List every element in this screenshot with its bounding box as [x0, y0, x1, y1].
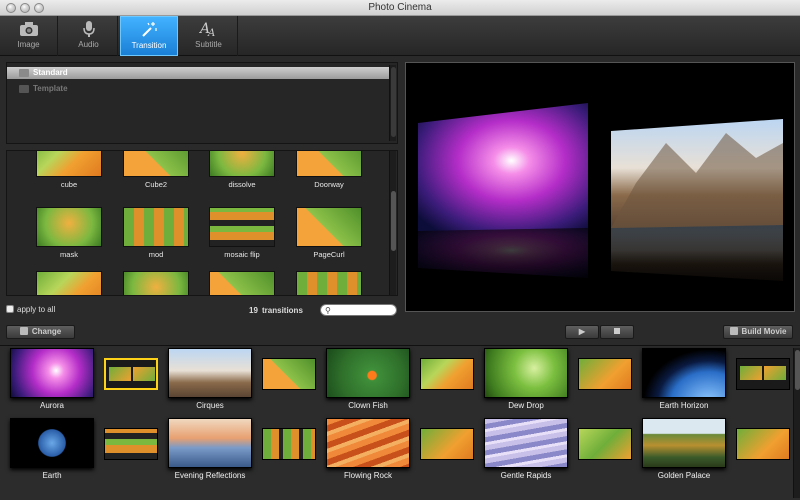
transition-dissolve[interactable]: dissolve	[209, 151, 275, 189]
build-movie-button[interactable]: Build Movie	[723, 325, 793, 339]
photo-evening-reflections[interactable]: Evening Reflections	[168, 418, 252, 480]
filmstrip-scrollbar[interactable]	[793, 348, 800, 498]
title-bar: Photo Cinema	[0, 0, 800, 16]
transition-item[interactable]	[123, 271, 189, 295]
transition-doorway[interactable]: Doorway	[296, 151, 362, 189]
close-window-button[interactable]	[6, 3, 16, 13]
photo-clown-fish[interactable]: Clown Fish	[326, 348, 410, 410]
category-tree: Standard Template	[6, 62, 398, 144]
category-standard[interactable]: Standard	[7, 67, 389, 79]
aurora-slide	[418, 103, 588, 231]
transition-thumbnail	[123, 151, 189, 177]
transition-thumbnail	[36, 271, 102, 295]
transition-thumbnail	[123, 207, 189, 247]
transition-mosaic-flip[interactable]: mosaic flip	[209, 207, 275, 259]
sparkle-wand-icon	[121, 17, 177, 41]
change-button[interactable]: Change	[6, 325, 75, 339]
transition-thumbnail	[36, 207, 102, 247]
transitions-grid: cube Cube2 dissolve Doorway mask mod mos…	[6, 150, 398, 296]
folder-icon	[19, 69, 29, 77]
category-template[interactable]: Template	[7, 83, 397, 95]
transition-thumbnail	[123, 271, 189, 295]
transition-slot[interactable]	[420, 358, 474, 390]
photo-flowing-rock[interactable]: Flowing Rock	[326, 418, 410, 480]
preview-slides	[406, 103, 794, 311]
photo-gentle-rapids[interactable]: Gentle Rapids	[484, 418, 568, 480]
svg-text:A: A	[207, 28, 215, 38]
transition-thumbnail	[209, 151, 275, 177]
photo-earth-horizon[interactable]: Earth Horizon	[642, 348, 726, 410]
folder-icon	[19, 85, 29, 93]
main-toolbar: Image Audio Transition AA Subtitle	[0, 16, 800, 56]
search-icon: ⚲	[325, 306, 331, 315]
tab-image[interactable]: Image	[0, 16, 58, 56]
category-scrollbar[interactable]	[389, 65, 396, 141]
text-aa-icon: AA	[180, 16, 237, 40]
photo-filmstrip: Aurora Cirques Clown Fish Dew Drop Earth…	[0, 345, 800, 500]
photo-aurora[interactable]: Aurora	[10, 348, 94, 410]
tab-subtitle[interactable]: AA Subtitle	[180, 16, 238, 56]
transition-mod[interactable]: mod	[123, 207, 189, 259]
transition-slot[interactable]	[262, 428, 316, 460]
stop-button[interactable]	[600, 325, 634, 339]
transitions-scrollbar[interactable]	[389, 151, 396, 295]
stop-icon	[614, 328, 620, 334]
window-title: Photo Cinema	[368, 2, 432, 13]
photo-earth[interactable]: Earth	[10, 418, 94, 480]
photo-golden-palace[interactable]: Golden Palace	[642, 418, 726, 480]
transition-slot[interactable]	[104, 428, 158, 460]
transition-slot-selected[interactable]	[104, 358, 158, 390]
transition-item[interactable]	[296, 271, 362, 295]
change-icon	[19, 327, 28, 335]
tab-transition[interactable]: Transition	[120, 16, 178, 56]
microphone-icon	[60, 16, 117, 40]
play-button[interactable]: ▶	[565, 325, 599, 339]
transition-count-label: transitions	[262, 306, 303, 315]
photo-cirques[interactable]: Cirques	[168, 348, 252, 410]
transition-slot[interactable]	[736, 428, 790, 460]
apply-to-all-label: apply to all	[17, 305, 56, 314]
transition-thumbnail	[36, 151, 102, 177]
photo-dew-drop[interactable]: Dew Drop	[484, 348, 568, 410]
transition-pagecurl[interactable]: PageCurl	[296, 207, 362, 259]
transition-thumbnail	[209, 271, 275, 295]
transition-item[interactable]	[36, 271, 102, 295]
transition-search-input[interactable]: ⚲	[320, 304, 397, 316]
minimize-window-button[interactable]	[20, 3, 30, 13]
transition-cube2[interactable]: Cube2	[123, 151, 189, 189]
transition-slot[interactable]	[262, 358, 316, 390]
transition-slot[interactable]	[578, 358, 632, 390]
transition-slot[interactable]	[420, 428, 474, 460]
transition-thumbnail	[296, 271, 362, 295]
transition-cube[interactable]: cube	[36, 151, 102, 189]
transition-slot[interactable]	[736, 358, 790, 390]
zoom-window-button[interactable]	[34, 3, 44, 13]
camera-icon	[0, 16, 57, 40]
transition-item[interactable]	[209, 271, 275, 295]
transition-mask[interactable]: mask	[36, 207, 102, 259]
transition-thumbnail	[296, 151, 362, 177]
apply-to-all-checkbox[interactable]	[6, 305, 14, 313]
build-icon	[729, 327, 738, 335]
play-icon: ▶	[578, 327, 586, 336]
transition-thumbnail	[296, 207, 362, 247]
tab-audio[interactable]: Audio	[60, 16, 118, 56]
transition-thumbnail	[209, 207, 275, 247]
transition-slot[interactable]	[578, 428, 632, 460]
transition-count: 19	[249, 306, 258, 315]
preview-viewer	[405, 62, 795, 312]
